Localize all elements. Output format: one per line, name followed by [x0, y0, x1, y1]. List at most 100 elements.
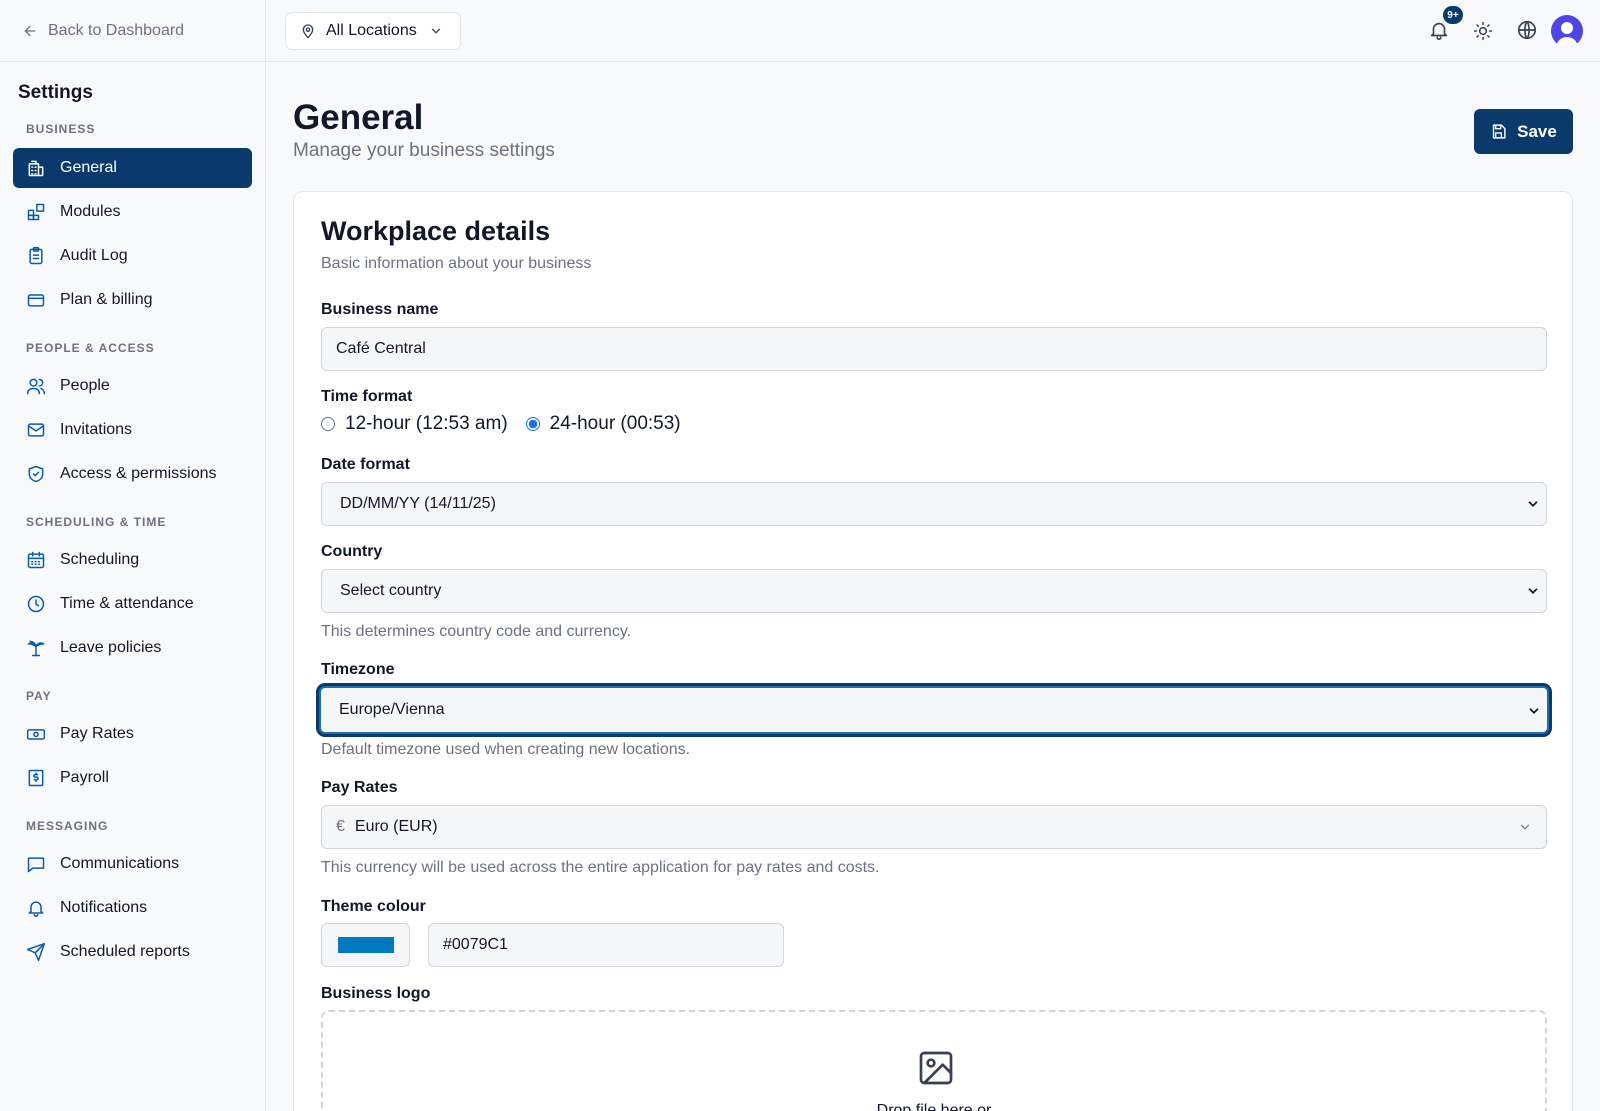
arrow-left-icon: [24, 25, 36, 36]
pay-rates-hint: This currency will be used across the en…: [321, 859, 880, 876]
send-icon: [26, 942, 46, 962]
settings-sidebar: Back to Dashboard Settings BUSINESS Gene…: [0, 0, 266, 1111]
theme-colour-label: Theme colour: [321, 898, 426, 915]
location-selector[interactable]: All Locations: [285, 12, 461, 50]
sidebar-item-label: Communications: [60, 855, 180, 872]
sidebar-item-label: Notifications: [60, 899, 148, 916]
sidebar-item-label: Time & attendance: [60, 595, 194, 612]
section-label-scheduling: SCHEDULING & TIME: [26, 515, 167, 529]
sidebar-item-label: Leave policies: [60, 639, 162, 656]
sidebar-item-label: General: [60, 159, 117, 176]
chevron-down-icon: [431, 28, 440, 34]
chevron-down-icon: [1528, 501, 1538, 507]
chevron-down-icon: [1528, 588, 1538, 594]
sidebar-item-communications[interactable]: Communications: [13, 844, 252, 884]
sidebar-item-label: Plan & billing: [60, 291, 153, 308]
sidebar-item-label: Access & permissions: [60, 465, 217, 482]
page-title: General: [293, 98, 424, 137]
building-icon: [28, 160, 44, 177]
sidebar-item-scheduling[interactable]: Scheduling: [13, 540, 252, 580]
sidebar-item-payroll[interactable]: Payroll: [13, 758, 252, 798]
country-select[interactable]: Select country: [321, 569, 1547, 613]
user-icon: [1556, 22, 1578, 47]
message-square-icon: [27, 857, 45, 873]
upload-text: Drop file here or: [876, 1102, 992, 1111]
sidebar-item-label: Payroll: [60, 769, 109, 786]
logo-upload-dropzone[interactable]: Drop file here or: [321, 1010, 1547, 1111]
time-format-label: Time format: [321, 388, 413, 405]
receipt-dollar-icon: [28, 769, 44, 787]
sidebar-item-label: Pay Rates: [60, 725, 134, 742]
sidebar-item-plan-billing[interactable]: Plan & billing: [13, 280, 252, 320]
sidebar-item-notifications[interactable]: Notifications: [13, 888, 252, 928]
globe-icon[interactable]: [1516, 19, 1538, 41]
theme-colour-swatch: [337, 937, 394, 953]
sidebar-item-pay-rates[interactable]: Pay Rates: [13, 714, 252, 754]
country-value: Select country: [340, 582, 442, 599]
timezone-hint: Default timezone used when creating new …: [321, 741, 691, 758]
sidebar-item-audit-log[interactable]: Audit Log: [13, 236, 252, 276]
theme-colour-hex-input[interactable]: #0079C1: [428, 923, 784, 967]
business-name-value: Café Central: [336, 340, 426, 357]
clipboard-icon: [29, 246, 43, 265]
section-label-pay: PAY: [26, 689, 52, 703]
sun-icon[interactable]: [1473, 21, 1493, 41]
business-name-label: Business name: [321, 301, 439, 318]
image-icon: [919, 1051, 953, 1085]
mail-icon: [27, 423, 45, 437]
save-button[interactable]: Save: [1474, 109, 1573, 154]
sidebar-item-time-attendance[interactable]: Time & attendance: [13, 584, 252, 624]
calendar-icon: [27, 551, 45, 569]
time-format-radio-group: 12-hour (12:53 am) 24-hour (00:53): [321, 413, 681, 435]
time-format-24h-radio[interactable]: [525, 417, 540, 431]
page-subtitle: Manage your business settings: [293, 140, 555, 161]
sidebar-item-leave-policies[interactable]: Leave policies: [13, 628, 252, 668]
sidebar-item-general[interactable]: General: [13, 148, 252, 188]
section-label-messaging: MESSAGING: [26, 819, 109, 833]
chevron-down-icon: [1529, 708, 1539, 714]
sidebar-item-label: Invitations: [60, 421, 133, 438]
sidebar-item-modules[interactable]: Modules: [13, 192, 252, 232]
location-selector-label: All Locations: [326, 22, 417, 39]
chevron-down-icon: [1520, 824, 1530, 830]
sidebar-item-scheduled-reports[interactable]: Scheduled reports: [13, 932, 252, 972]
sidebar-item-label: Scheduled reports: [60, 943, 190, 960]
section-label-people: PEOPLE & ACCESS: [26, 341, 155, 355]
user-avatar[interactable]: [1551, 15, 1583, 47]
time-format-12h-label[interactable]: 12-hour (12:53 am): [345, 413, 508, 435]
clock-icon: [27, 595, 45, 613]
timezone-select[interactable]: Europe/Vienna: [319, 686, 1549, 734]
sidebar-item-access-permissions[interactable]: Access & permissions: [13, 454, 252, 494]
workplace-details-card: Workplace details Basic information abou…: [293, 191, 1573, 1111]
date-format-select[interactable]: DD/MM/YY (14/11/25): [321, 482, 1547, 526]
card-title: Workplace details: [321, 216, 551, 246]
section-label-business: BUSINESS: [26, 122, 96, 136]
pay-rates-currency-select[interactable]: € Euro (EUR): [321, 805, 1547, 849]
business-name-input[interactable]: Café Central: [321, 327, 1547, 371]
sidebar-item-label: Modules: [60, 203, 121, 220]
date-format-label: Date format: [321, 456, 410, 473]
pay-rates-label: Pay Rates: [321, 779, 398, 796]
euro-icon: €: [336, 818, 345, 835]
theme-colour-value: #0079C1: [443, 936, 508, 953]
credit-card-icon: [27, 294, 45, 307]
banknote-icon: [26, 729, 46, 740]
bell-icon: [28, 901, 44, 918]
sidebar-item-invitations[interactable]: Invitations: [13, 410, 252, 450]
back-to-dashboard-link[interactable]: Back to Dashboard: [0, 0, 265, 62]
notification-badge: 9+: [1443, 6, 1463, 24]
theme-colour-picker[interactable]: [321, 923, 410, 967]
date-format-value: DD/MM/YY (14/11/25): [340, 495, 496, 512]
time-format-12h-radio[interactable]: [321, 417, 335, 431]
shield-check-icon: [28, 465, 44, 483]
sidebar-item-people[interactable]: People: [13, 366, 252, 406]
pay-rates-value: Euro (EUR): [354, 818, 438, 835]
sidebar-item-label: Scheduling: [60, 551, 140, 568]
card-subtitle: Basic information about your business: [321, 255, 592, 272]
map-pin-icon: [302, 24, 314, 39]
sidebar-item-label: People: [60, 377, 110, 394]
users-icon: [26, 378, 46, 395]
sidebar-title: Settings: [18, 82, 93, 103]
time-format-24h-label[interactable]: 24-hour (00:53): [550, 413, 681, 435]
timezone-label: Timezone: [321, 661, 395, 678]
